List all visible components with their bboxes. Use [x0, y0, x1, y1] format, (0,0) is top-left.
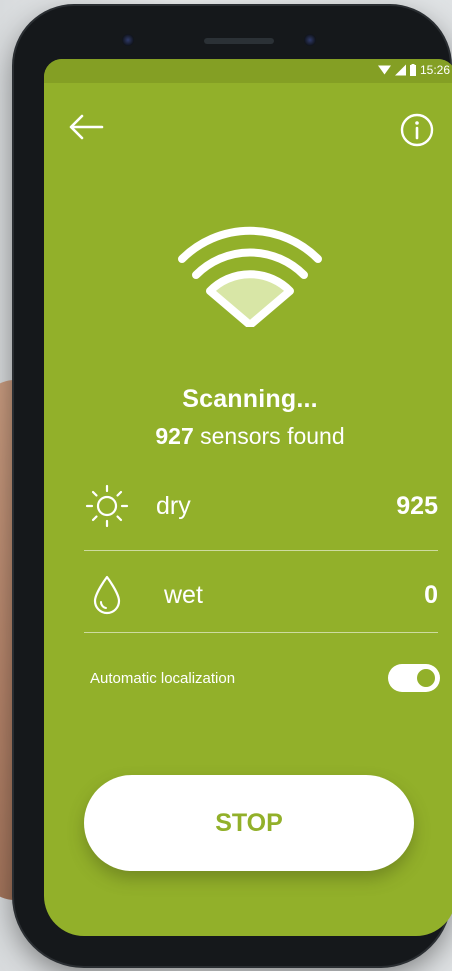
result-value-wet: 0: [424, 580, 438, 609]
wifi-scan-icon: [178, 226, 322, 327]
app-screen: 15:26 Scanning... 927 sensors found dry …: [44, 59, 452, 936]
auto-localization-label: Automatic localization: [90, 669, 236, 687]
result-value-dry: 925: [396, 491, 438, 520]
front-camera-icon: [122, 34, 134, 46]
photo-scene: 15:26 Scanning... 927 sensors found dry …: [0, 0, 452, 971]
wifi-status-icon: [377, 65, 391, 75]
sensor-count-label: sensors found: [200, 423, 345, 449]
auto-localization-toggle[interactable]: [388, 664, 440, 692]
scan-status-title: Scanning...: [182, 385, 318, 413]
divider: [84, 632, 438, 633]
info-icon: [400, 113, 434, 147]
stop-button[interactable]: STOP: [84, 775, 414, 871]
divider: [84, 550, 438, 551]
signal-icon: [394, 64, 406, 76]
auto-localization-row: Automatic localization: [90, 661, 440, 695]
sun-icon: [85, 484, 129, 528]
result-row-dry: dry 925: [84, 471, 438, 541]
sensor-count-value: 927: [155, 423, 194, 449]
back-button[interactable]: [66, 109, 106, 145]
earpiece: [204, 38, 274, 44]
result-row-wet: wet 0: [84, 560, 438, 630]
result-label-dry: dry: [156, 491, 191, 520]
status-time: 15:26: [419, 63, 450, 77]
info-button[interactable]: [400, 113, 434, 147]
toggle-knob: [415, 667, 437, 689]
result-label-wet: wet: [164, 580, 203, 609]
battery-icon: [409, 64, 416, 76]
sensor-count: 927 sensors found: [44, 423, 452, 450]
status-bar: 15:26: [44, 59, 452, 83]
sensor-icon: [304, 34, 316, 46]
phone-frame: 15:26 Scanning... 927 sensors found dry …: [14, 6, 452, 966]
droplet-icon: [93, 575, 121, 615]
arrow-left-icon: [69, 114, 104, 140]
